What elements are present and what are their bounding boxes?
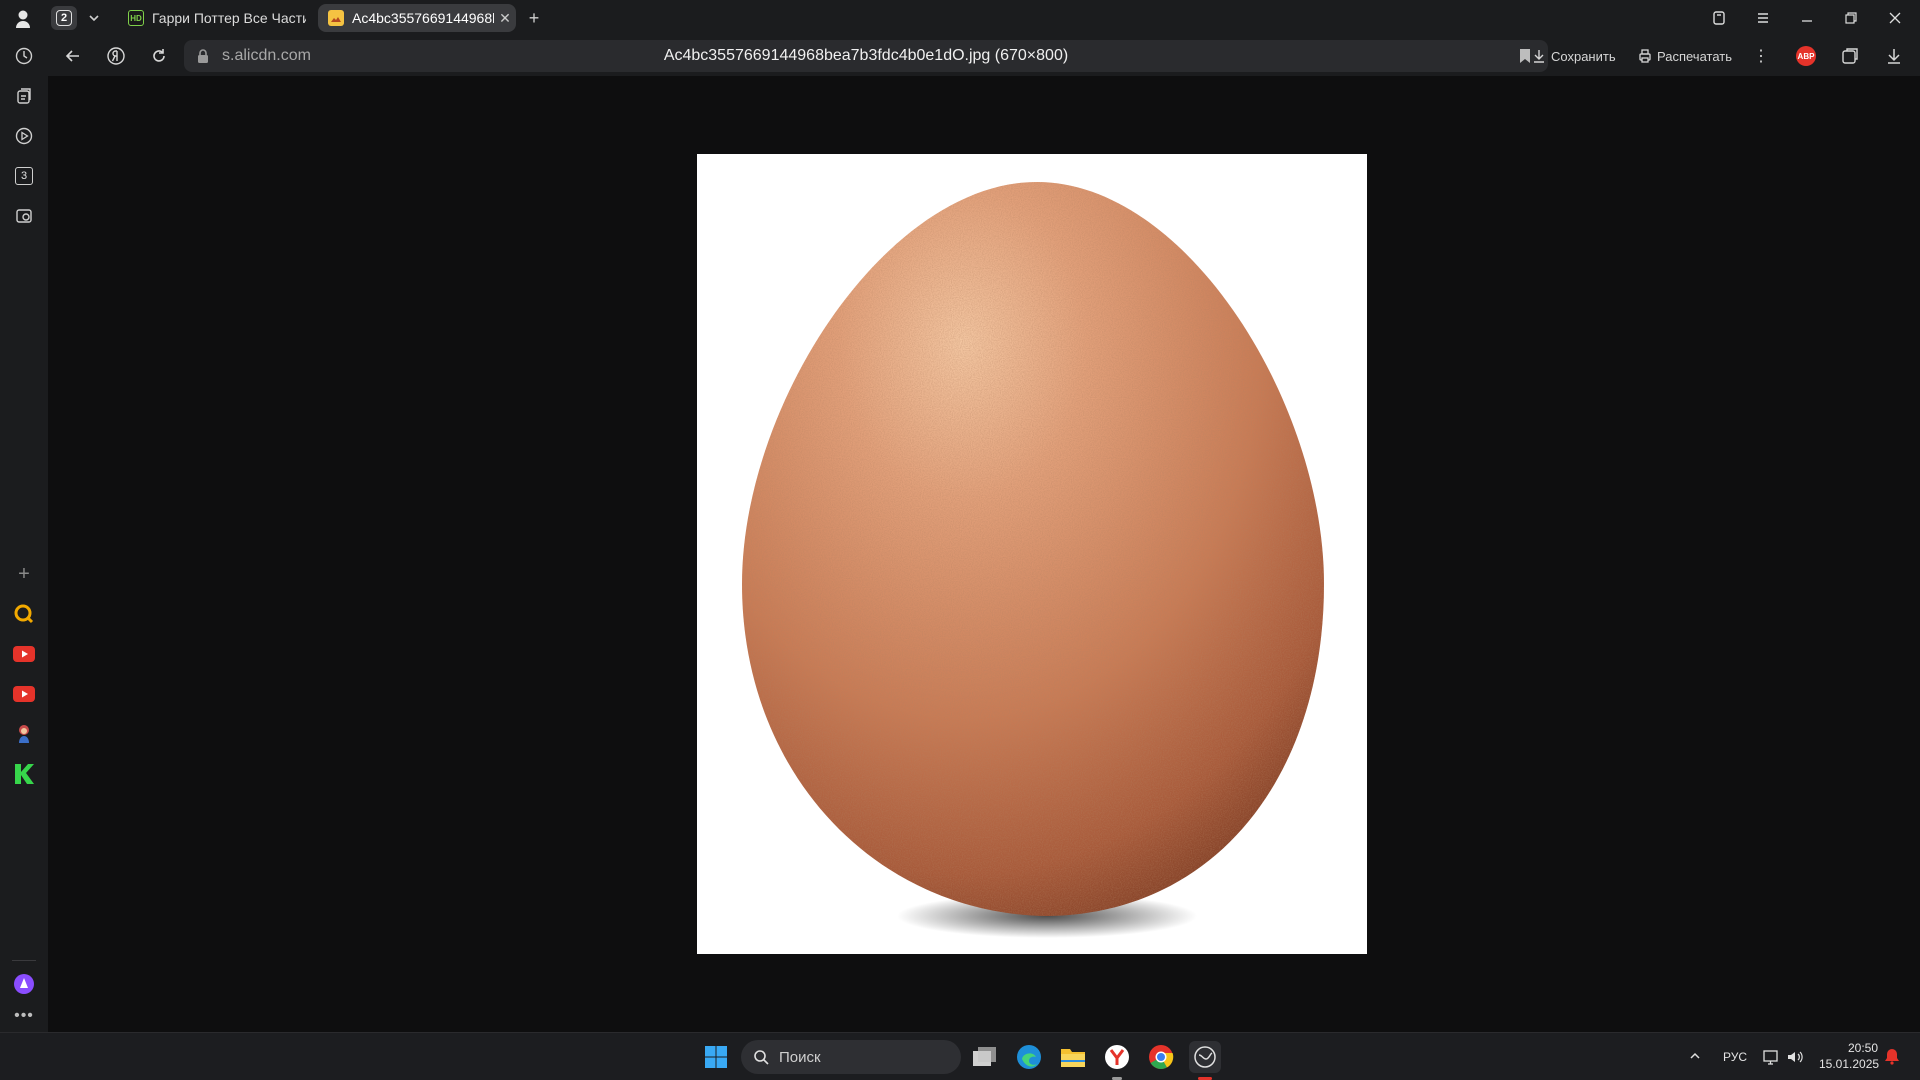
history-icon[interactable] (12, 44, 36, 68)
task-view-icon[interactable] (969, 1041, 1001, 1073)
address-bar: s.alicdn.com Ac4bc3557669144968bea7b3fdc… (48, 36, 1920, 76)
egg-speckles (742, 182, 1324, 916)
tab-label: Ac4bc3557669144968b (352, 10, 494, 26)
download-icon (1534, 50, 1544, 63)
more-sidebar-icon[interactable]: ••• (12, 1004, 36, 1028)
printer-icon (1639, 49, 1651, 63)
minimize-icon[interactable] (1785, 0, 1829, 36)
close-tab-icon[interactable]: ✕ (494, 7, 516, 29)
back-button[interactable] (58, 42, 88, 70)
notification-bell-icon[interactable] (1884, 1047, 1900, 1070)
url-field[interactable]: s.alicdn.com Ac4bc3557669144968bea7b3fdc… (184, 40, 1548, 72)
restore-icon[interactable] (1829, 0, 1873, 36)
save-label: Сохранить (1551, 48, 1616, 64)
egg-illustration (742, 182, 1324, 938)
chevron-down-icon[interactable] (86, 10, 102, 26)
sidebar: 3 + ••• (0, 36, 48, 1032)
tab-image[interactable]: Ac4bc3557669144968b ✕ (318, 4, 516, 32)
adblock-icon[interactable]: ABP (1796, 46, 1816, 66)
search-placeholder: Поиск (779, 1048, 821, 1066)
tab-count-button[interactable]: 2 (51, 6, 77, 30)
q-app-icon[interactable] (12, 602, 36, 626)
volume-icon[interactable] (1786, 1048, 1804, 1071)
screenshot-icon[interactable] (12, 204, 36, 228)
youtube-icon[interactable] (12, 642, 36, 666)
yandex-browser-icon[interactable] (1101, 1041, 1133, 1073)
add-panel-icon[interactable]: + (12, 562, 36, 586)
back-arrow-icon (65, 50, 79, 62)
hd-icon: HD (128, 10, 144, 26)
file-explorer-icon[interactable] (1057, 1041, 1089, 1073)
menu-icon[interactable] (1741, 0, 1785, 36)
clock-time[interactable]: 20:50 (1848, 1041, 1878, 1055)
yandex-button[interactable] (101, 42, 131, 70)
close-window-icon[interactable] (1873, 0, 1917, 36)
chrome-icon[interactable] (1145, 1041, 1177, 1073)
tray-chevron-up-icon[interactable] (1688, 1049, 1702, 1068)
youtube-icon[interactable] (12, 682, 36, 706)
bookmark-icon[interactable] (1518, 48, 1532, 69)
adblock-label: ABP (1797, 51, 1815, 61)
print-label: Распечатать (1657, 48, 1733, 64)
collections-icon[interactable] (1697, 0, 1741, 36)
edge-icon[interactable] (1013, 1041, 1045, 1073)
divider (12, 960, 36, 961)
character-app-icon[interactable] (12, 722, 36, 746)
page-title: Ac4bc3557669144968bea7b3fdc4b0e1dO.jpg (… (663, 47, 1069, 64)
tab-count-value: 2 (56, 10, 72, 26)
more-options-icon[interactable]: ⋮ (1753, 44, 1769, 68)
new-tab-icon[interactable]: + (524, 8, 544, 28)
tab-harry-potter[interactable]: HD Гарри Поттер Все Части: (118, 4, 306, 32)
search-icon (754, 1050, 769, 1065)
image-file-icon (328, 10, 344, 26)
tab-label: Гарри Поттер Все Части: (152, 10, 306, 26)
language-indicator[interactable]: РУС (1723, 1050, 1747, 1064)
kinopoisk-icon[interactable] (12, 762, 36, 786)
print-button[interactable]: Распечатать (1638, 44, 1732, 68)
windows-start-icon[interactable] (700, 1041, 732, 1073)
badge-number: 3 (15, 167, 33, 185)
alice-icon[interactable] (12, 972, 36, 996)
profile-icon[interactable] (12, 8, 34, 30)
downloads-icon[interactable] (1884, 46, 1904, 71)
extensions-icon[interactable] (1840, 46, 1860, 71)
save-button[interactable]: Сохранить (1532, 44, 1616, 68)
reload-icon (153, 49, 165, 62)
tab-bar: 2 HD Гарри Поттер Все Части: Ac4bc355766… (0, 0, 1920, 36)
taskbar-search[interactable]: Поиск (741, 1040, 961, 1074)
clock-date[interactable]: 15.01.2025 (1819, 1057, 1879, 1071)
steam-like-app-icon[interactable] (1189, 1041, 1221, 1073)
reload-button[interactable] (144, 42, 174, 70)
yandex-logo-icon (107, 47, 125, 65)
egg-image[interactable] (697, 154, 1367, 954)
image-viewer (48, 76, 1920, 1032)
numbered-tab-icon[interactable]: 3 (12, 164, 36, 188)
play-icon[interactable] (12, 124, 36, 148)
notes-icon[interactable] (12, 84, 36, 108)
taskbar: Поиск РУС 20:50 15.01.2025 (0, 1032, 1920, 1080)
network-icon[interactable] (1762, 1048, 1780, 1071)
